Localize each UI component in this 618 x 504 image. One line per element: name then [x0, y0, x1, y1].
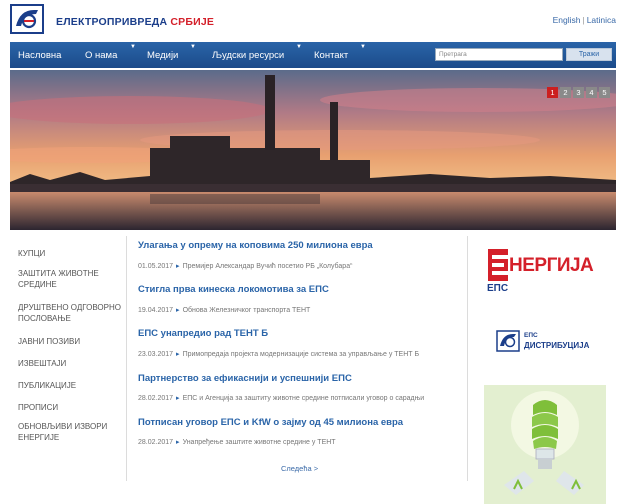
news-summary: Унапређење заштите животне средине у ТЕН… — [182, 439, 336, 446]
column-divider — [467, 236, 468, 481]
search-input[interactable]: Претрага — [435, 48, 563, 61]
language-switcher: English | Latinica — [553, 15, 616, 25]
site-header: ЕЛЕКТРОПРИВРЕДА СРБИЈЕ English | Latinica — [0, 0, 618, 40]
news-date: 01.05.2017 — [138, 263, 174, 270]
news-title[interactable]: ЕПС унапредио рад ТЕНТ Б — [138, 328, 268, 339]
slide-2-button[interactable]: 2 — [560, 87, 571, 98]
arrow-right-icon: ▸ — [176, 395, 180, 402]
news-meta: 23.03.2017 ▸ Примопредаја пројекта модерни… — [138, 350, 419, 358]
distribucija-banner[interactable]: ЕПС ДИСТРИБУЦИЈА — [486, 330, 606, 360]
nav-item-contact[interactable]: Контакт — [314, 50, 348, 61]
news-meta: 19.04.2017 ▸ Обнова Железничког транспорта… — [138, 306, 310, 314]
sidebar-item-customers[interactable]: КУПЦИ — [18, 248, 118, 259]
chevron-down-icon: ▼ — [296, 44, 302, 50]
logo-text-blue: ЕЛЕКТРОПРИВРЕДА — [56, 16, 171, 28]
chevron-down-icon: ▼ — [130, 44, 136, 50]
slide-5-button[interactable]: 5 — [599, 87, 610, 98]
slide-4-button[interactable]: 4 — [586, 87, 597, 98]
arrow-right-icon: ▸ — [176, 351, 180, 358]
lang-english-link[interactable]: English — [553, 15, 581, 25]
energija-e-logo-icon — [488, 249, 508, 281]
sidebar-item-reports[interactable]: ИЗВЕШТАЈИ — [18, 358, 118, 369]
main-nav: Насловна О нама ▼ Медији ▼ Људски ресурс… — [10, 42, 616, 68]
sidebar-item-tenders[interactable]: ЈАВНИ ПОЗИВИ — [18, 336, 118, 347]
nav-item-about[interactable]: О нама — [85, 50, 117, 61]
news-title[interactable]: Улагања у опрему на коповима 250 милиона… — [138, 240, 373, 251]
next-page-link[interactable]: Следећа > — [281, 464, 318, 473]
logo-wordmark[interactable]: ЕЛЕКТРОПРИВРЕДА СРБИЈЕ — [56, 16, 214, 28]
sidebar-item-renewables[interactable]: ОБНОВЉИВИ ИЗВОРИ ЕНЕРГИЈЕ — [18, 421, 118, 443]
sidebar-item-csr[interactable]: ДРУШТВЕНО ОДГОВОРНО ПОСЛОВАЊЕ — [18, 302, 128, 324]
slide-1-button[interactable]: 1 — [547, 87, 558, 98]
slide-pagination: 12345 — [545, 82, 610, 100]
sidebar-item-publications[interactable]: ПУБЛИКАЦИЈЕ — [18, 380, 118, 391]
energija-banner[interactable]: НЕРГИЈА ЕПС — [482, 247, 602, 297]
column-divider — [126, 236, 127, 481]
news-meta: 28.02.2017 ▸ Унапређење заштите животне ср… — [138, 438, 336, 446]
news-date: 28.02.2017 — [138, 439, 174, 446]
energija-eps-label: ЕПС — [487, 283, 509, 294]
arrow-right-icon: ▸ — [176, 263, 180, 270]
sidebar-item-regulations[interactable]: ПРОПИСИ — [18, 402, 118, 413]
chevron-down-icon: ▼ — [360, 44, 366, 50]
eps-logo-icon[interactable] — [10, 4, 44, 34]
news-date: 23.03.2017 — [138, 351, 174, 358]
sidebar-item-environment[interactable]: ЗАШТИТА ЖИВОТНЕ СРЕДИНЕ — [18, 268, 118, 290]
news-title[interactable]: Партнерство за ефикаснији и успешнији ЕП… — [138, 373, 352, 384]
slide-3-button[interactable]: 3 — [573, 87, 584, 98]
logo-text-red: СРБИЈЕ — [170, 16, 215, 28]
news-summary: ЕПС и Агенција за заштиту животне средин… — [182, 395, 425, 402]
news-title[interactable]: Стигла прва кинеска локомотива за ЕПС — [138, 284, 329, 295]
nav-item-home[interactable]: Насловна — [18, 50, 61, 61]
power-plant-sunset-image — [10, 70, 616, 230]
eps-logo-icon — [496, 330, 520, 352]
news-summary: Обнова Железничког транспорта ТЕНТ — [182, 307, 311, 314]
news-date: 28.02.2017 — [138, 395, 174, 402]
nav-item-hr[interactable]: Људски ресурси — [212, 50, 284, 61]
news-summary: Премијер Александар Вучић посетио РБ „Ко… — [182, 263, 353, 270]
nav-item-media[interactable]: Медији — [147, 50, 178, 61]
arrow-right-icon: ▸ — [176, 307, 180, 314]
news-title[interactable]: Потписан уговор ЕПС и KfW о зајму од 45 … — [138, 417, 403, 428]
distribucija-eps-label: ЕПС — [524, 332, 538, 339]
distribucija-wordmark: ДИСТРИБУЦИЈА — [524, 341, 590, 350]
light-bulb-icon — [504, 391, 584, 495]
search-button[interactable]: Тражи — [566, 48, 612, 61]
energy-saving-bulb-banner[interactable] — [484, 385, 606, 504]
news-meta: 28.02.2017 ▸ ЕПС и Агенција за заштиту жив… — [138, 394, 424, 402]
energija-wordmark: НЕРГИЈА — [509, 255, 594, 276]
chevron-down-icon: ▼ — [190, 44, 196, 50]
lang-separator: | — [582, 15, 585, 25]
lang-latinica-link[interactable]: Latinica — [587, 15, 616, 25]
news-summary: Примопредаја пројекта модернизације сист… — [182, 351, 420, 358]
hero-banner[interactable]: 12345 — [10, 70, 616, 230]
arrow-right-icon: ▸ — [176, 439, 180, 446]
news-date: 19.04.2017 — [138, 307, 174, 314]
news-meta: 01.05.2017 ▸ Премијер Александар Вучић пос… — [138, 262, 352, 270]
